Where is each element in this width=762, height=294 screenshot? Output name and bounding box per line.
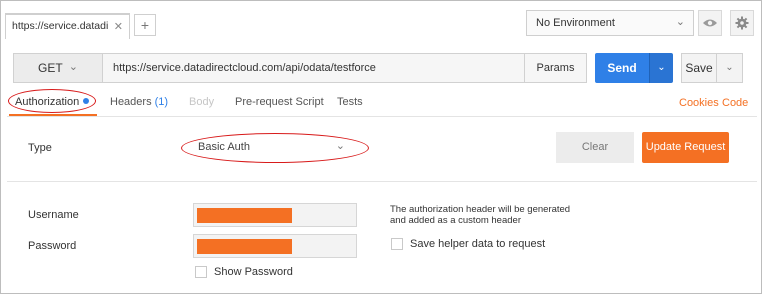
auth-type-label: Type [28, 142, 52, 154]
environment-select[interactable]: No Environment ⌄ [526, 10, 694, 36]
annotation-ellipse [8, 89, 96, 113]
new-tab-button[interactable]: + [134, 14, 156, 36]
send-dropdown-button[interactable]: ⌄ [649, 53, 673, 83]
tab-pre-request-script[interactable]: Pre-request Script [235, 96, 324, 108]
update-request-button[interactable]: Update Request [642, 132, 729, 163]
eye-icon [703, 19, 717, 27]
chevron-down-icon: ⌄ [725, 62, 734, 73]
environment-select-value: No Environment [536, 17, 615, 29]
code-link[interactable]: Code [722, 97, 748, 109]
divider [7, 116, 757, 117]
save-helper-checkbox[interactable] [391, 238, 403, 250]
gear-icon [735, 16, 749, 30]
chevron-down-icon: ⌄ [657, 62, 666, 73]
url-input[interactable]: https://service.datadirectcloud.com/api/… [103, 53, 525, 83]
chevron-down-icon: ⌄ [675, 16, 685, 28]
username-label: Username [28, 209, 79, 221]
save-helper-label: Save helper data to request [410, 238, 546, 250]
show-password-label: Show Password [214, 266, 293, 278]
auth-help-text: The authorization header will be generat… [390, 204, 571, 226]
clear-button[interactable]: Clear [556, 132, 634, 163]
redaction-block [197, 239, 292, 254]
settings-button[interactable] [730, 10, 754, 36]
app-window: https://service.datadi ✕ + No Environmen… [0, 0, 762, 294]
password-field[interactable] [193, 234, 357, 258]
save-dropdown-button[interactable]: ⌄ [717, 53, 743, 83]
password-label: Password [28, 240, 77, 252]
tab-body: Body [189, 96, 215, 108]
send-button[interactable]: Send [595, 53, 649, 83]
tab-tests[interactable]: Tests [337, 96, 363, 108]
divider [7, 181, 757, 182]
method-select[interactable]: GET ⌄ [13, 53, 103, 83]
annotation-ellipse [181, 133, 369, 163]
close-icon[interactable]: ✕ [114, 20, 123, 33]
headers-count-badge: (1) [154, 96, 169, 108]
username-field[interactable] [193, 203, 357, 227]
environment-quick-look-button[interactable] [698, 10, 722, 36]
tab-headers[interactable]: Headers (1) [110, 96, 168, 108]
show-password-checkbox[interactable] [195, 266, 207, 278]
save-button[interactable]: Save [681, 53, 717, 83]
cookies-link[interactable]: Cookies [679, 97, 719, 109]
request-tab-title: https://service.datadi [12, 20, 109, 32]
chevron-down-icon: ⌄ [68, 61, 78, 73]
request-tab[interactable]: https://service.datadi ✕ [5, 13, 130, 39]
method-value: GET [38, 61, 63, 75]
tab-headers-label: Headers [110, 96, 152, 108]
params-button[interactable]: Params [524, 53, 587, 83]
redaction-block [197, 208, 292, 223]
